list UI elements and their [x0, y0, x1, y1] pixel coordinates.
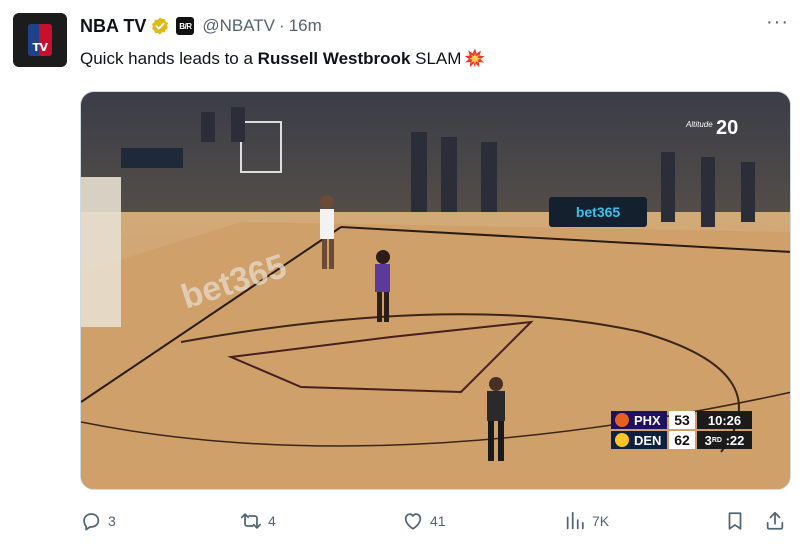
- view-count: 7K: [592, 513, 610, 529]
- tweet-text-after: SLAM: [410, 49, 462, 68]
- player-westbrook: [320, 195, 334, 269]
- court-surface: [81, 222, 790, 489]
- heart-icon: [404, 513, 422, 530]
- verified-badge-icon[interactable]: [150, 16, 170, 36]
- repost-count: 4: [268, 513, 276, 529]
- avatar[interactable]: TV: [13, 13, 67, 67]
- scorebug-row-phx: PHX 53 10:26: [611, 411, 752, 429]
- action-bar: 3 4 41 7K: [80, 508, 791, 534]
- team-den: DEN: [611, 431, 667, 449]
- share-button[interactable]: [764, 508, 792, 534]
- nuggets-logo-icon: [615, 433, 629, 447]
- share-icon: [766, 511, 784, 530]
- suns-logo-icon: [615, 413, 629, 427]
- team-phx: PHX: [611, 411, 667, 429]
- bookmark-icon: [728, 512, 742, 530]
- shot-clock: :22: [725, 432, 745, 448]
- like-count: 41: [430, 513, 446, 529]
- arena-ad-text: bet365: [576, 204, 621, 220]
- like-button[interactable]: 41: [402, 508, 446, 534]
- reply-button[interactable]: 3: [80, 508, 116, 534]
- post-time[interactable]: 16m: [289, 16, 322, 36]
- repost-icon: [240, 513, 262, 529]
- tweet-header: NBA TV B/R @NBATV · 16m: [80, 14, 322, 38]
- analytics-icon: [566, 511, 584, 530]
- arena-ad-board-left: [121, 148, 183, 168]
- repost-button[interactable]: 4: [240, 508, 276, 534]
- quarter-shot-clock: 3 RD :22: [697, 431, 752, 449]
- video-media[interactable]: bet365 bet365 Altitude 20 PHX 53 10:26 D…: [80, 91, 791, 490]
- tweet-text-before: Quick hands leads to a: [80, 49, 258, 68]
- altitude-logo-text: Altitude: [685, 120, 713, 129]
- more-options-icon[interactable]: ···: [766, 12, 789, 32]
- author-name[interactable]: NBA TV: [80, 16, 146, 37]
- author-handle[interactable]: @NBATV: [202, 16, 275, 36]
- affiliate-badge[interactable]: B/R: [176, 17, 195, 35]
- score-phx: 53: [669, 411, 695, 429]
- stanchion: [81, 177, 121, 327]
- score-den: 62: [669, 431, 695, 449]
- views-button[interactable]: 7K: [564, 508, 609, 534]
- reply-icon: [83, 513, 100, 531]
- bookmark-button[interactable]: [724, 508, 752, 534]
- game-clock: 10:26: [697, 411, 752, 429]
- collision-emoji-icon: [465, 48, 485, 68]
- nba-tv-logo: TV: [28, 24, 52, 56]
- tweet-text-mention: Russell Westbrook: [257, 49, 411, 68]
- scorebug-row-den: DEN 62 3 RD :22: [611, 431, 752, 449]
- scorebug: PHX 53 10:26 DEN 62 3 RD :22: [611, 411, 752, 449]
- tweet-text: Quick hands leads to a Russell Westbrook…: [80, 48, 485, 70]
- separator-dot: ·: [279, 16, 285, 35]
- altitude-years-text: 20: [716, 117, 738, 139]
- quarter: 3: [704, 432, 712, 448]
- reply-count: 3: [108, 513, 116, 529]
- quarter-suffix: RD: [711, 436, 722, 444]
